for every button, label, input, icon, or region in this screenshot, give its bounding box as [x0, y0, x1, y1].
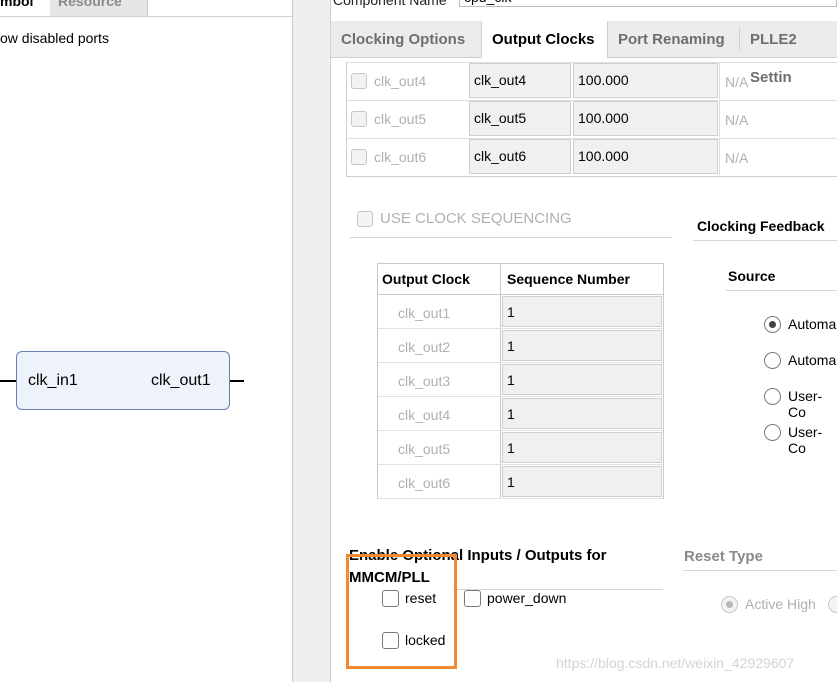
- feedback-source-radio[interactable]: [764, 424, 781, 441]
- highlight-box: [346, 554, 457, 669]
- sequence-clock-name: clk_out4: [398, 407, 451, 423]
- output-port-name-field[interactable]: clk_out4: [469, 63, 571, 98]
- sequence-clock-name: clk_out6: [398, 475, 451, 491]
- output-actual-freq: N/A: [725, 74, 749, 90]
- feedback-source-label-option: Automa: [788, 352, 837, 368]
- sequence-number-field[interactable]: 1: [502, 466, 662, 497]
- block-input-label: clk_in1: [28, 372, 78, 389]
- tab-resource[interactable]: Resource: [58, 0, 122, 14]
- active-high-radio[interactable]: [721, 596, 738, 613]
- component-name-label: Component Name: [333, 0, 447, 8]
- output-freq-field[interactable]: 100.000: [573, 139, 718, 174]
- power-down-label: power_down: [487, 590, 567, 606]
- sequence-clock-name: clk_out1: [398, 305, 451, 321]
- sequence-number-field[interactable]: 1: [502, 432, 662, 463]
- output-clock-checkbox[interactable]: [351, 149, 367, 165]
- reset-type-divider: [683, 570, 837, 571]
- splitter-gap: [293, 0, 331, 682]
- output-actual-freq: N/A: [725, 112, 749, 128]
- output-clock-name: clk_out4: [374, 73, 427, 89]
- output-port-name-field[interactable]: clk_out6: [469, 139, 571, 174]
- active-high-label: Active High: [745, 596, 816, 612]
- show-disabled-ports-label[interactable]: ow disabled ports: [0, 30, 109, 46]
- feedback-source-label-option: User-Co: [788, 424, 823, 456]
- input-pin: [0, 380, 16, 382]
- tab-port-renaming[interactable]: Port Renaming: [608, 21, 740, 57]
- sequence-row-line: [378, 430, 663, 431]
- feedback-divider: [693, 240, 837, 241]
- sequence-header-clock: Output Clock: [382, 271, 470, 287]
- tab-plle2-settings[interactable]: PLLE2 Settin: [740, 21, 837, 86]
- row-col-divider: [719, 101, 720, 137]
- output-clock-name: clk_out5: [374, 111, 427, 127]
- sequence-row-line: [378, 328, 663, 329]
- row-col-divider: [719, 139, 720, 175]
- use-clock-sequencing-checkbox[interactable]: [357, 211, 373, 227]
- output-freq-field[interactable]: 100.000: [573, 101, 718, 136]
- feedback-source-radio[interactable]: [764, 316, 781, 333]
- sequence-clock-name: clk_out2: [398, 339, 451, 355]
- sequence-number-field[interactable]: 1: [502, 364, 662, 395]
- symbol-panel: [0, 0, 292, 682]
- source-divider: [726, 290, 837, 291]
- tab-output-clocks[interactable]: Output Clocks: [481, 21, 608, 58]
- sequence-clock-name: clk_out5: [398, 441, 451, 457]
- sequence-row-line: [378, 396, 663, 397]
- feedback-source-label-option: Automa: [788, 316, 837, 332]
- tab-symbol[interactable]: mbol: [0, 0, 50, 14]
- sequence-row-line: [378, 498, 663, 499]
- tab-clocking-options[interactable]: Clocking Options: [331, 21, 481, 57]
- sequence-row-line: [378, 362, 663, 363]
- feedback-source-label: Source: [728, 268, 776, 284]
- output-port-name-field[interactable]: clk_out5: [469, 101, 571, 136]
- tab-divider: [0, 16, 292, 17]
- sequence-number-field[interactable]: 1: [502, 296, 662, 327]
- power-down-checkbox[interactable]: [464, 590, 481, 607]
- watermark: https://blog.csdn.net/weixin_42929607: [556, 655, 795, 671]
- use-clock-sequencing-label: USE CLOCK SEQUENCING: [380, 210, 572, 227]
- feedback-source-radio[interactable]: [764, 388, 781, 405]
- sequencing-divider: [350, 237, 672, 238]
- reset-type-label: Reset Type: [684, 548, 763, 565]
- row-col-divider: [719, 63, 720, 99]
- feedback-source-radio[interactable]: [764, 352, 781, 369]
- sequence-header-number: Sequence Number: [507, 271, 630, 287]
- output-actual-freq: N/A: [725, 150, 749, 166]
- output-clock-checkbox[interactable]: [351, 111, 367, 127]
- sequence-clock-name: clk_out3: [398, 373, 451, 389]
- clocking-feedback-title: Clocking Feedback: [697, 218, 825, 234]
- block-output-label: clk_out1: [151, 372, 211, 389]
- output-clock-name: clk_out6: [374, 149, 427, 165]
- output-freq-field[interactable]: 100.000: [573, 63, 718, 98]
- sequence-row-line: [378, 464, 663, 465]
- component-name-input[interactable]: cpu_clk: [459, 0, 837, 7]
- output-clock-checkbox[interactable]: [351, 73, 367, 89]
- sequence-header-line: [377, 294, 664, 295]
- sequence-number-field[interactable]: 1: [502, 330, 662, 361]
- output-pin: [230, 380, 244, 382]
- sequence-number-field[interactable]: 1: [502, 398, 662, 429]
- feedback-source-label-option: User-Co: [788, 388, 823, 420]
